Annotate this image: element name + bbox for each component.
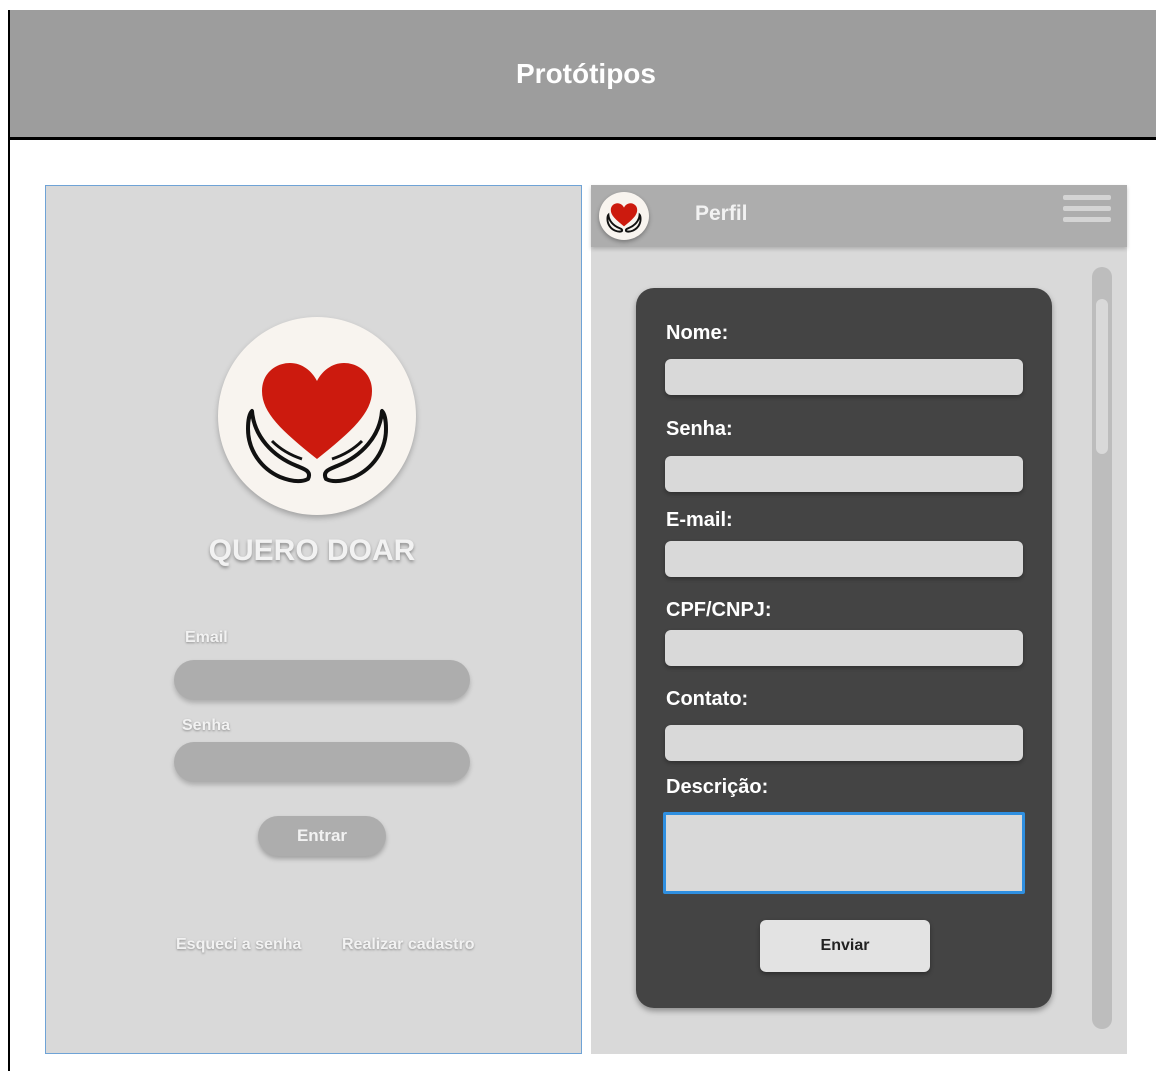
name-label: Nome: <box>666 322 729 344</box>
profile-screen-mockup: Perfil Nome: Senha: E-mail: CPF/CNPJ: Co… <box>591 185 1127 1054</box>
submit-button[interactable]: Enviar <box>760 920 930 972</box>
contact-label: Contato: <box>666 688 749 710</box>
document-label: CPF/CNPJ: <box>666 599 772 621</box>
email-label: Email <box>185 629 228 646</box>
password-field[interactable] <box>665 456 1023 492</box>
password-label: Senha: <box>666 418 733 440</box>
app-logo-small[interactable] <box>599 192 649 240</box>
menu-icon[interactable] <box>1063 195 1111 229</box>
profile-title: Perfil <box>695 202 748 225</box>
description-textarea[interactable] <box>663 812 1025 894</box>
email-field[interactable] <box>174 660 470 700</box>
heart-hands-logo-icon <box>246 363 388 484</box>
email-field[interactable] <box>665 541 1023 577</box>
page-title: Protótipos <box>516 57 656 89</box>
login-screen-mockup: QUERO DOAR Email Senha Entrar Esqueci a … <box>45 185 582 1054</box>
email-label: E-mail: <box>666 509 733 531</box>
heart-hands-logo-icon <box>606 203 642 233</box>
description-label: Descrição: <box>666 776 769 798</box>
app-title: QUERO DOAR <box>208 534 416 567</box>
profile-top-bar: Perfil <box>591 185 1127 247</box>
scrollbar[interactable] <box>1092 267 1112 1029</box>
password-label: Senha <box>182 717 231 734</box>
scrollbar-thumb[interactable] <box>1096 299 1108 454</box>
register-link[interactable]: Realizar cadastro <box>342 936 475 954</box>
menu-bar <box>1063 217 1111 222</box>
document-field[interactable] <box>665 630 1023 666</box>
header-bar: Protótipos <box>10 10 1156 140</box>
contact-field[interactable] <box>665 725 1023 761</box>
login-button[interactable]: Entrar <box>258 816 386 856</box>
profile-form: Nome: Senha: E-mail: CPF/CNPJ: Contato: … <box>636 288 1052 1008</box>
app-logo <box>218 317 416 515</box>
forgot-password-link[interactable]: Esqueci a senha <box>176 936 301 954</box>
frame-left-border <box>8 10 10 1071</box>
menu-bar <box>1063 206 1111 211</box>
password-field[interactable] <box>174 742 470 782</box>
menu-bar <box>1063 195 1111 200</box>
name-field[interactable] <box>665 359 1023 395</box>
